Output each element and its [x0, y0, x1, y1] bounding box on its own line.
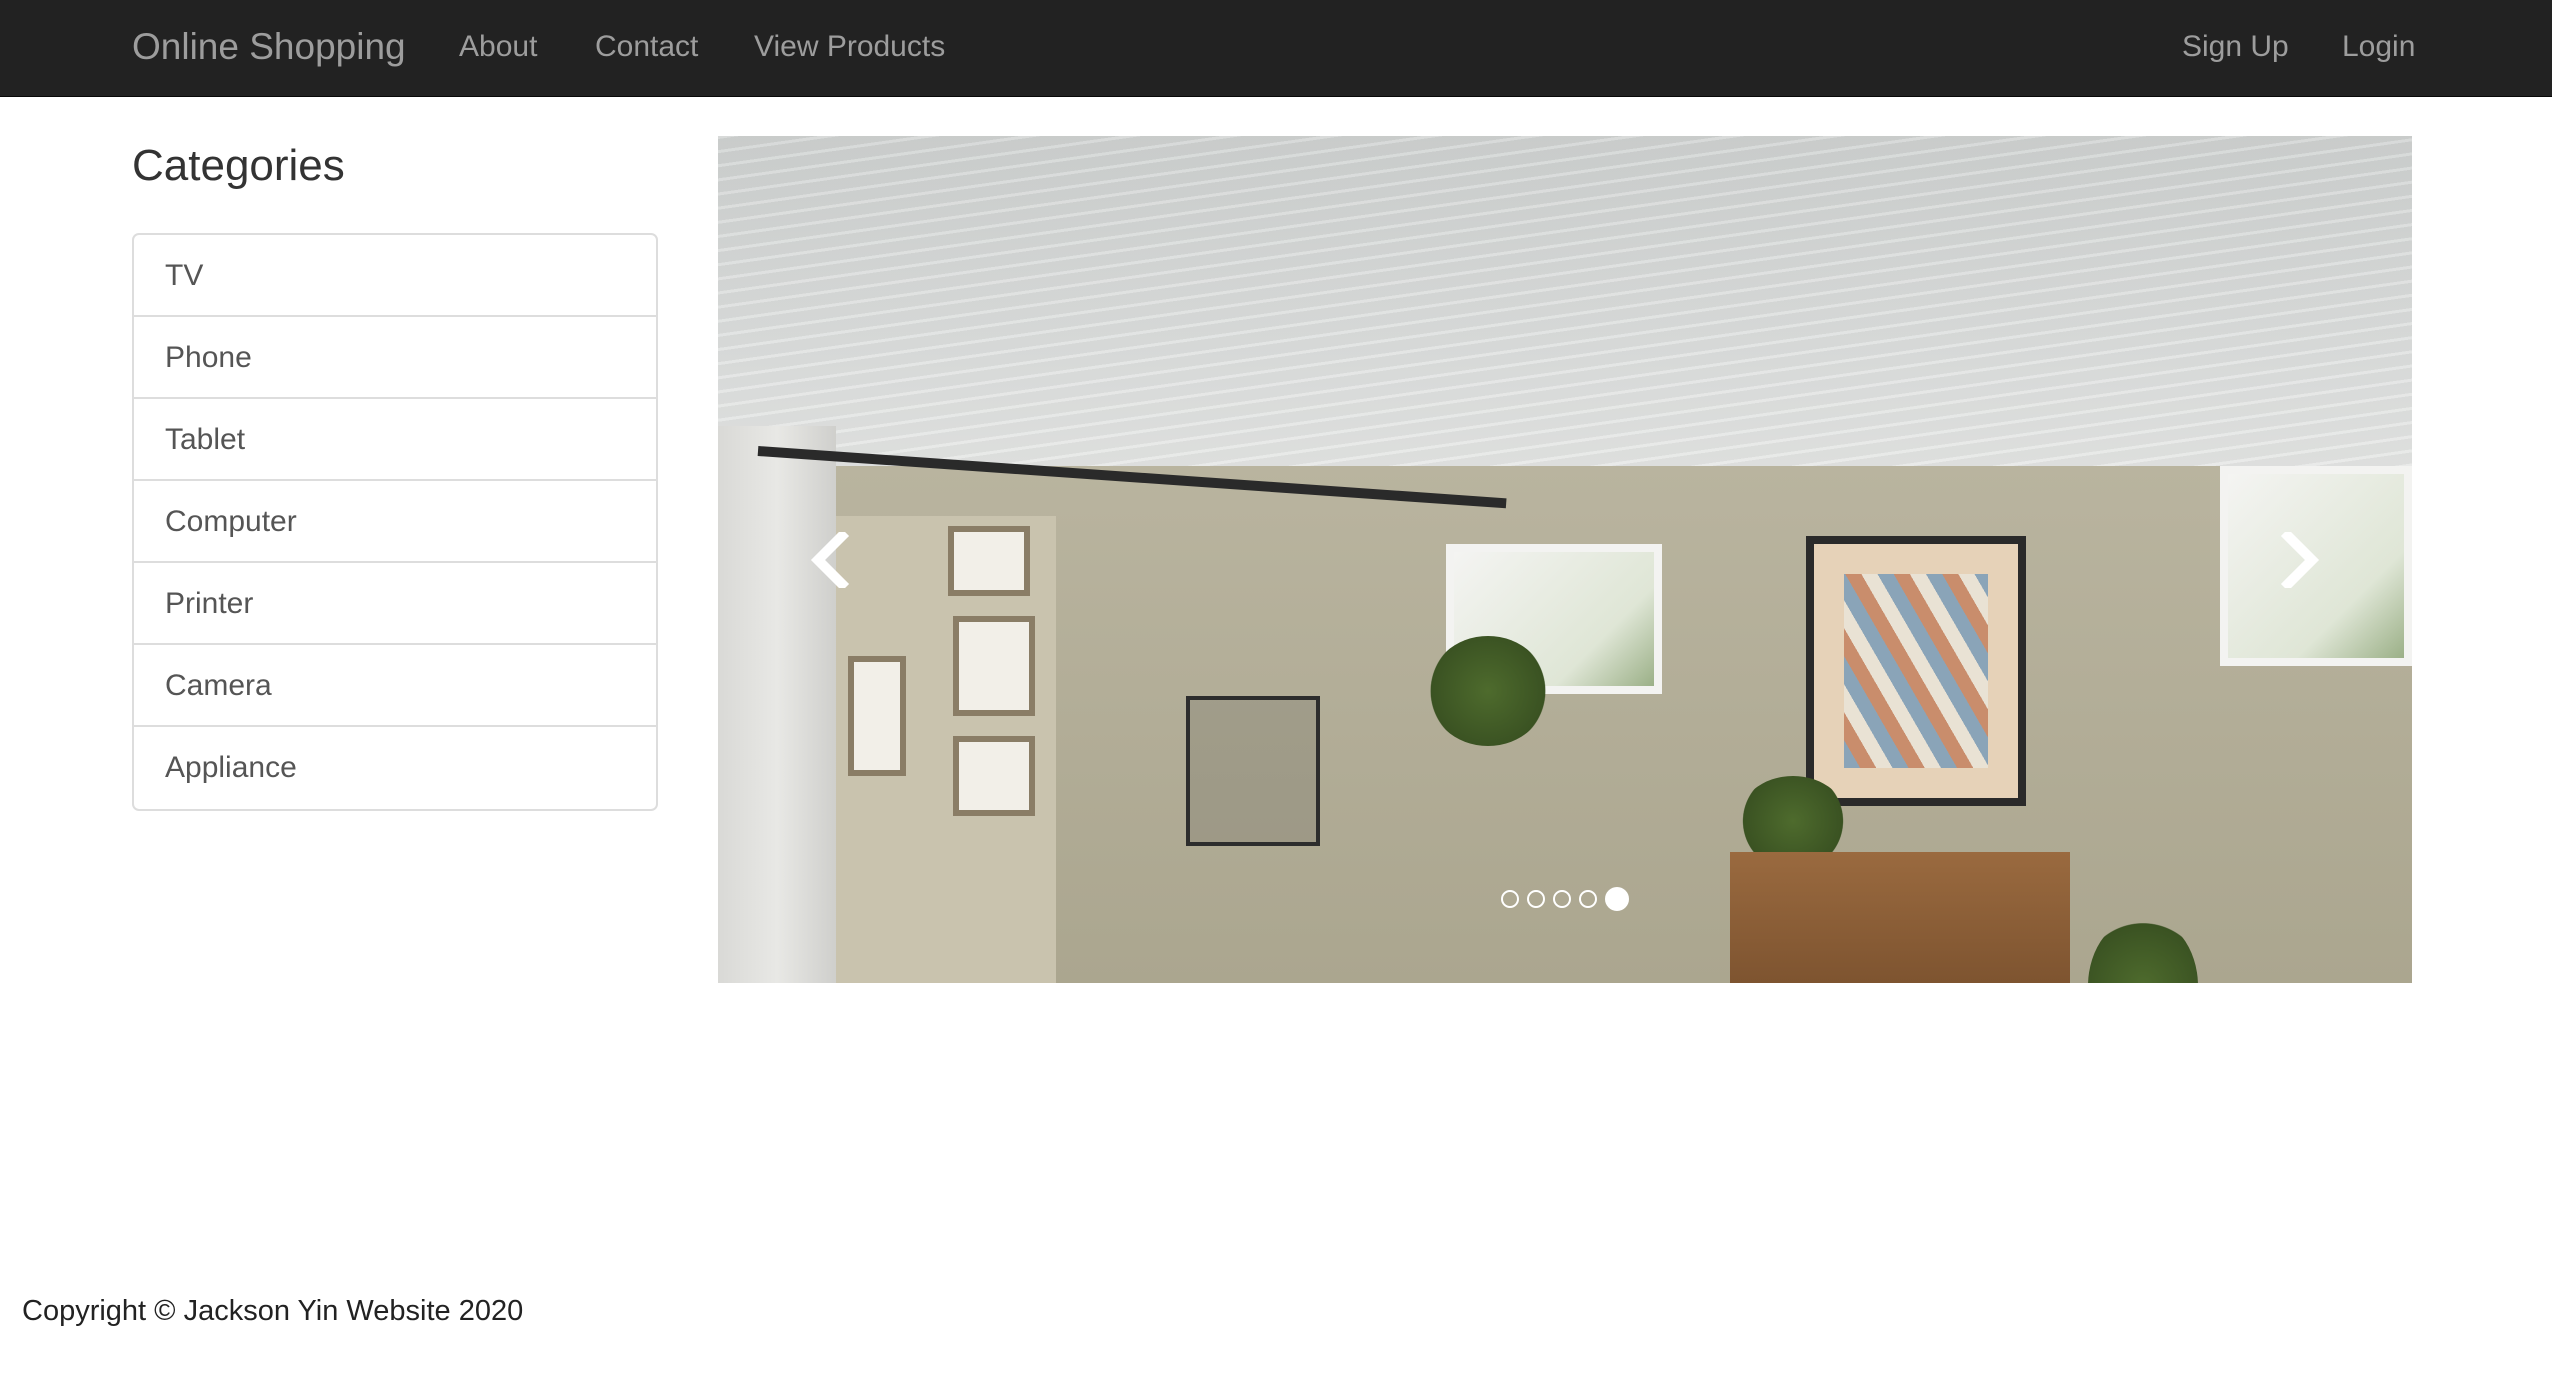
wooden-dresser [1730, 852, 2070, 983]
carousel-next-control[interactable] [2158, 136, 2412, 983]
category-item-appliance[interactable]: Appliance [134, 727, 656, 809]
category-item-computer[interactable]: Computer [134, 481, 656, 563]
image-carousel [718, 136, 2412, 983]
nav-signup-link[interactable]: Sign Up [2182, 0, 2289, 97]
framed-art-canvas [1844, 574, 1988, 768]
framed-art [1806, 536, 2026, 806]
nav-login-link[interactable]: Login [2342, 0, 2415, 97]
brand-link[interactable]: Online Shopping [132, 0, 406, 97]
carousel-indicators [718, 887, 2412, 911]
category-item-camera[interactable]: Camera [134, 645, 656, 727]
carousel-indicator-2[interactable] [1527, 890, 1545, 908]
nav-contact-link[interactable]: Contact [595, 0, 698, 97]
nav-about-link[interactable]: About [459, 0, 537, 97]
carousel-indicator-4[interactable] [1579, 890, 1597, 908]
category-item-phone[interactable]: Phone [134, 317, 656, 399]
category-item-tablet[interactable]: Tablet [134, 399, 656, 481]
categories-title: Categories [132, 141, 345, 190]
category-item-printer[interactable]: Printer [134, 563, 656, 645]
hanging-plant [1428, 636, 1548, 746]
carousel-indicator-5[interactable] [1605, 887, 1629, 911]
nav-view-products-link[interactable]: View Products [754, 0, 945, 97]
carousel-indicator-1[interactable] [1501, 890, 1519, 908]
carousel-prev-control[interactable] [718, 136, 972, 983]
top-navbar: Online Shopping About Contact View Produ… [0, 0, 2552, 97]
wire-shelf [1186, 696, 1320, 846]
chevron-left-icon [810, 531, 850, 588]
category-item-tv[interactable]: TV [134, 235, 656, 317]
carousel-indicator-3[interactable] [1553, 890, 1571, 908]
chevron-right-icon [2280, 531, 2320, 588]
category-list: TV Phone Tablet Computer Printer Camera … [132, 233, 658, 811]
footer-copyright: Copyright © Jackson Yin Website 2020 [22, 1295, 524, 1327]
